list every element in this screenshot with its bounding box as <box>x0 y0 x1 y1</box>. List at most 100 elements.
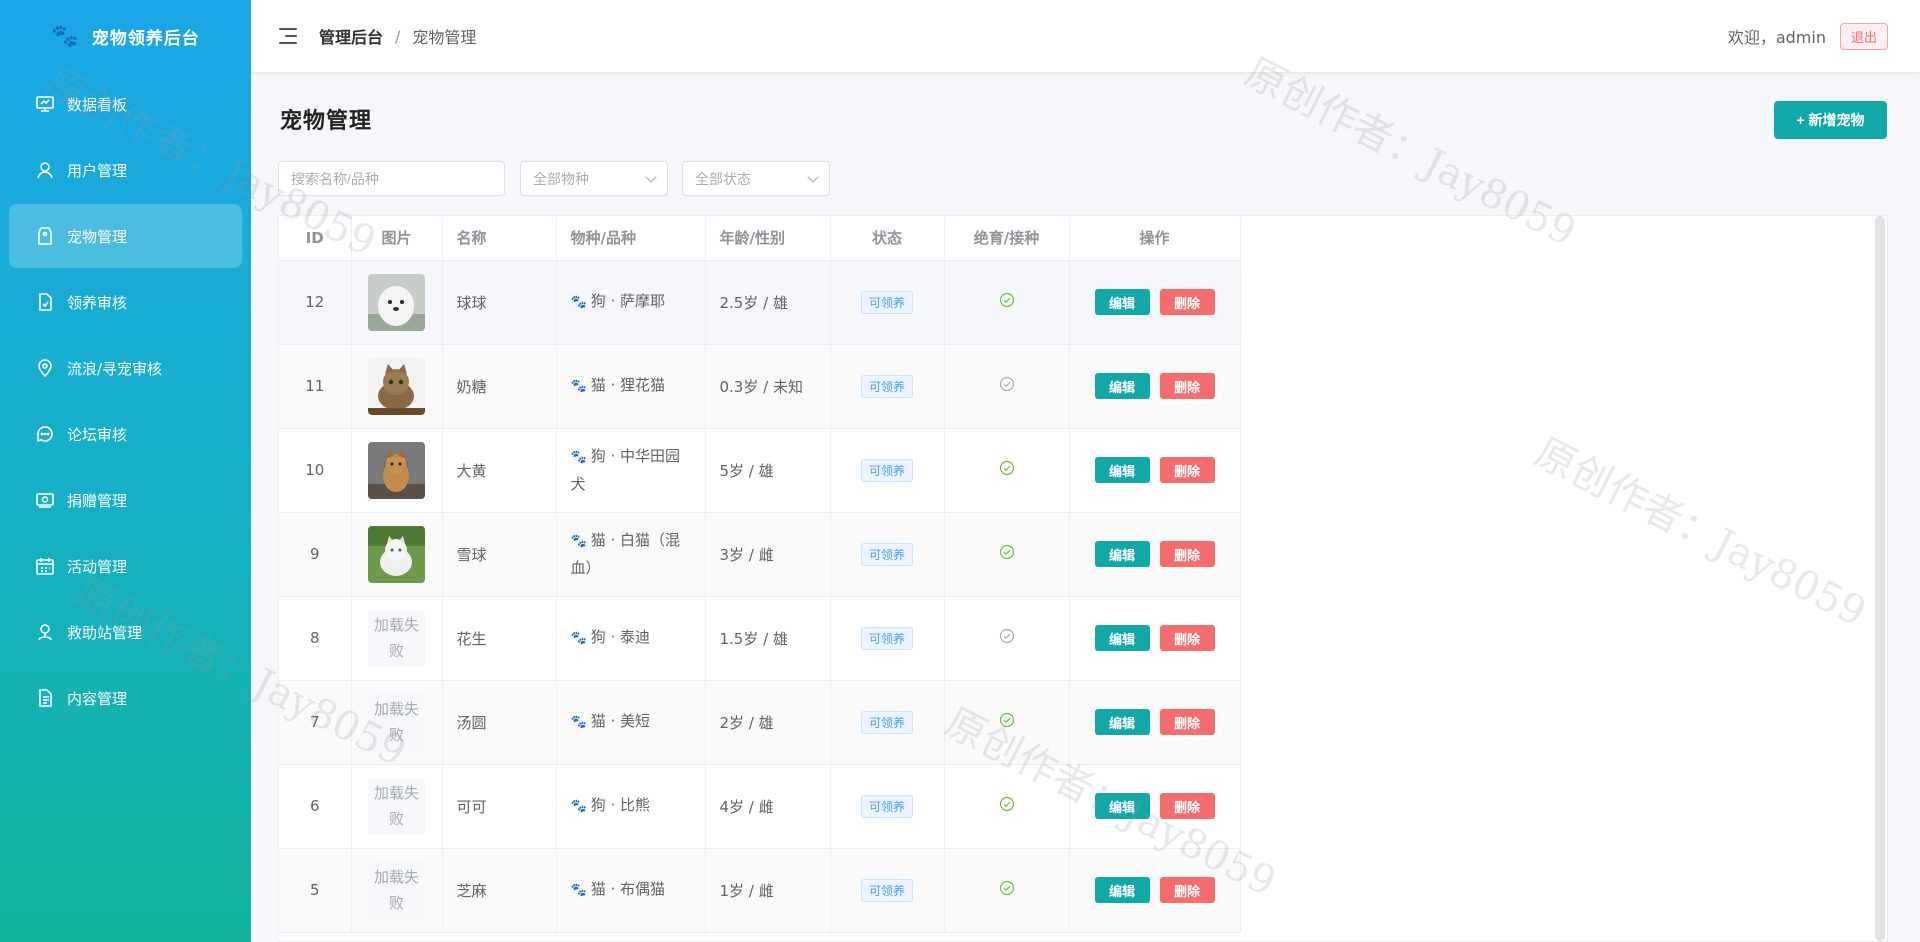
sidebar-item[interactable]: 内容管理 <box>9 666 242 730</box>
cell-species: 🐾 狗 · 泰迪 <box>556 596 706 681</box>
document-check-icon <box>39 293 52 311</box>
cell-image: 加载失败 <box>351 764 443 849</box>
check-circle-icon <box>999 460 1015 480</box>
money-icon <box>36 493 54 508</box>
cell-age-sex: 4岁 / 雌 <box>705 764 831 849</box>
place-icon <box>38 624 52 641</box>
pet-icon: 🐾 <box>570 295 587 310</box>
pet-thumbnail[interactable] <box>368 357 425 415</box>
edit-button[interactable]: 编辑 <box>1094 709 1150 735</box>
breadcrumb-root[interactable]: 管理后台 <box>319 24 383 48</box>
sidebar-item[interactable]: 救助站管理 <box>9 600 242 664</box>
pet-icon: 🐾 <box>570 883 587 898</box>
cell-actions: 编辑 删除 <box>1069 428 1241 513</box>
dashboard-icon <box>36 96 54 112</box>
delete-button[interactable]: 删除 <box>1159 793 1215 819</box>
cell-actions: 编辑 删除 <box>1069 764 1241 849</box>
cell-id: 11 <box>279 344 352 429</box>
delete-button[interactable]: 删除 <box>1159 709 1215 735</box>
cell-neutered <box>944 848 1070 933</box>
pet-thumbnail[interactable] <box>368 525 425 583</box>
table-row[interactable]: 8 加载失败 花生 🐾 狗 · 泰迪 1.5岁 / 雄 可领养 编辑 删除 <box>279 596 1241 681</box>
cell-neutered <box>944 344 1070 429</box>
sidebar-item[interactable]: 数据看板 <box>9 72 242 136</box>
cell-id: 8 <box>279 596 352 681</box>
edit-button[interactable]: 编辑 <box>1094 289 1150 315</box>
edit-button[interactable]: 编辑 <box>1094 877 1150 903</box>
status-filter-select[interactable]: 全部状态 <box>682 161 830 196</box>
logout-button[interactable]: 退出 <box>1839 22 1888 50</box>
delete-button[interactable]: 删除 <box>1159 373 1215 399</box>
table-row[interactable]: 6 加载失败 可可 🐾 狗 · 比熊 4岁 / 雌 可领养 编辑 删除 <box>279 764 1241 849</box>
menu-toggle-icon[interactable] <box>279 28 297 44</box>
breadcrumb-current: 宠物管理 <box>412 28 477 47</box>
edit-button[interactable]: 编辑 <box>1094 541 1150 567</box>
edit-button[interactable]: 编辑 <box>1094 373 1150 399</box>
table-row[interactable]: 7 加载失败 汤圆 🐾 猫 · 美短 2岁 / 雄 可领养 编辑 删除 <box>279 680 1241 765</box>
cell-status: 可领养 <box>830 344 945 429</box>
sidebar-item[interactable]: 论坛审核 <box>9 402 242 466</box>
delete-button[interactable]: 删除 <box>1159 877 1215 903</box>
sidebar-item-label: 论坛审核 <box>67 425 128 444</box>
check-circle-gray-icon <box>999 376 1015 396</box>
species-filter-value: 全部物种 <box>533 171 589 188</box>
sidebar-item-label: 宠物管理 <box>67 227 128 246</box>
table-row[interactable]: 12 球球 🐾 狗 · 萨摩耶 2.5岁 / 雄 可领养 编辑 删除 <box>279 260 1241 345</box>
image-load-failed: 加载失败 <box>368 777 425 835</box>
cell-species: 🐾 狗 · 萨摩耶 <box>556 260 706 345</box>
cell-status: 可领养 <box>830 260 945 345</box>
edit-button[interactable]: 编辑 <box>1094 793 1150 819</box>
delete-button[interactable]: 删除 <box>1159 625 1215 651</box>
cell-age-sex: 2.5岁 / 雄 <box>705 260 831 345</box>
cell-status: 可领养 <box>830 428 945 513</box>
sidebar-item[interactable]: 用户管理 <box>9 138 242 202</box>
cell-id: 5 <box>279 848 352 933</box>
search-input[interactable] <box>278 161 505 196</box>
pet-icon: 🐾 <box>570 450 587 465</box>
cell-name: 芝麻 <box>442 848 557 933</box>
scrollbar[interactable] <box>1875 216 1885 941</box>
species-text: 猫 · 狸花猫 <box>590 376 665 394</box>
sidebar-item[interactable]: 活动管理 <box>9 534 242 598</box>
sidebar-item-label: 数据看板 <box>67 95 128 114</box>
edit-button[interactable]: 编辑 <box>1094 457 1150 483</box>
check-circle-icon <box>999 880 1015 900</box>
delete-button[interactable]: 删除 <box>1159 289 1215 315</box>
species-text: 狗 · 萨摩耶 <box>590 292 665 310</box>
sidebar-item[interactable]: 流浪/寻宠审核 <box>9 336 242 400</box>
pet-icon: 🐾 <box>570 534 587 549</box>
table-row[interactable]: 11 奶糖 🐾 猫 · 狸花猫 0.3岁 / 未知 可领养 编辑 删除 <box>279 344 1241 429</box>
cell-id: 7 <box>279 680 352 765</box>
cell-id: 6 <box>279 764 352 849</box>
cell-neutered <box>944 512 1070 597</box>
table-row[interactable]: 9 雪球 🐾 猫 · 白猫（混血） 3岁 / 雌 可领养 编辑 删除 <box>279 512 1241 597</box>
pet-thumbnail[interactable] <box>368 441 425 499</box>
paw-icon: 🐾 <box>51 23 80 49</box>
column-header: ID <box>279 216 352 261</box>
edit-button[interactable]: 编辑 <box>1094 625 1150 651</box>
cell-name: 可可 <box>442 764 557 849</box>
file-icon <box>39 689 52 707</box>
sidebar-item[interactable]: 捐赠管理 <box>9 468 242 532</box>
cell-id: 9 <box>279 512 352 597</box>
cell-name: 大黄 <box>442 428 557 513</box>
cell-name: 奶糖 <box>442 344 557 429</box>
cell-status: 可领养 <box>830 764 945 849</box>
brand[interactable]: 🐾 宠物领养后台 <box>0 0 251 72</box>
cell-status: 可领养 <box>830 680 945 765</box>
delete-button[interactable]: 删除 <box>1159 457 1215 483</box>
sidebar-item[interactable]: 领养审核 <box>9 270 242 334</box>
cell-species: 🐾 狗 · 比熊 <box>556 764 706 849</box>
add-pet-button[interactable]: + 新增宠物 <box>1774 101 1887 139</box>
image-load-failed: 加载失败 <box>368 609 425 667</box>
species-filter-select[interactable]: 全部物种 <box>520 161 668 196</box>
table-row[interactable]: 5 加载失败 芝麻 🐾 猫 · 布偶猫 1岁 / 雌 可领养 编辑 删除 <box>279 848 1241 933</box>
sidebar-item[interactable]: 宠物管理 <box>9 204 242 268</box>
cell-actions: 编辑 删除 <box>1069 344 1241 429</box>
delete-button[interactable]: 删除 <box>1159 541 1215 567</box>
cell-image <box>351 512 443 597</box>
cell-age-sex: 3岁 / 雌 <box>705 512 831 597</box>
status-filter-value: 全部状态 <box>695 171 751 188</box>
pet-thumbnail[interactable] <box>368 273 425 331</box>
table-row[interactable]: 10 大黄 🐾 狗 · 中华田园犬 5岁 / 雄 可领养 编辑 删除 <box>279 428 1241 513</box>
